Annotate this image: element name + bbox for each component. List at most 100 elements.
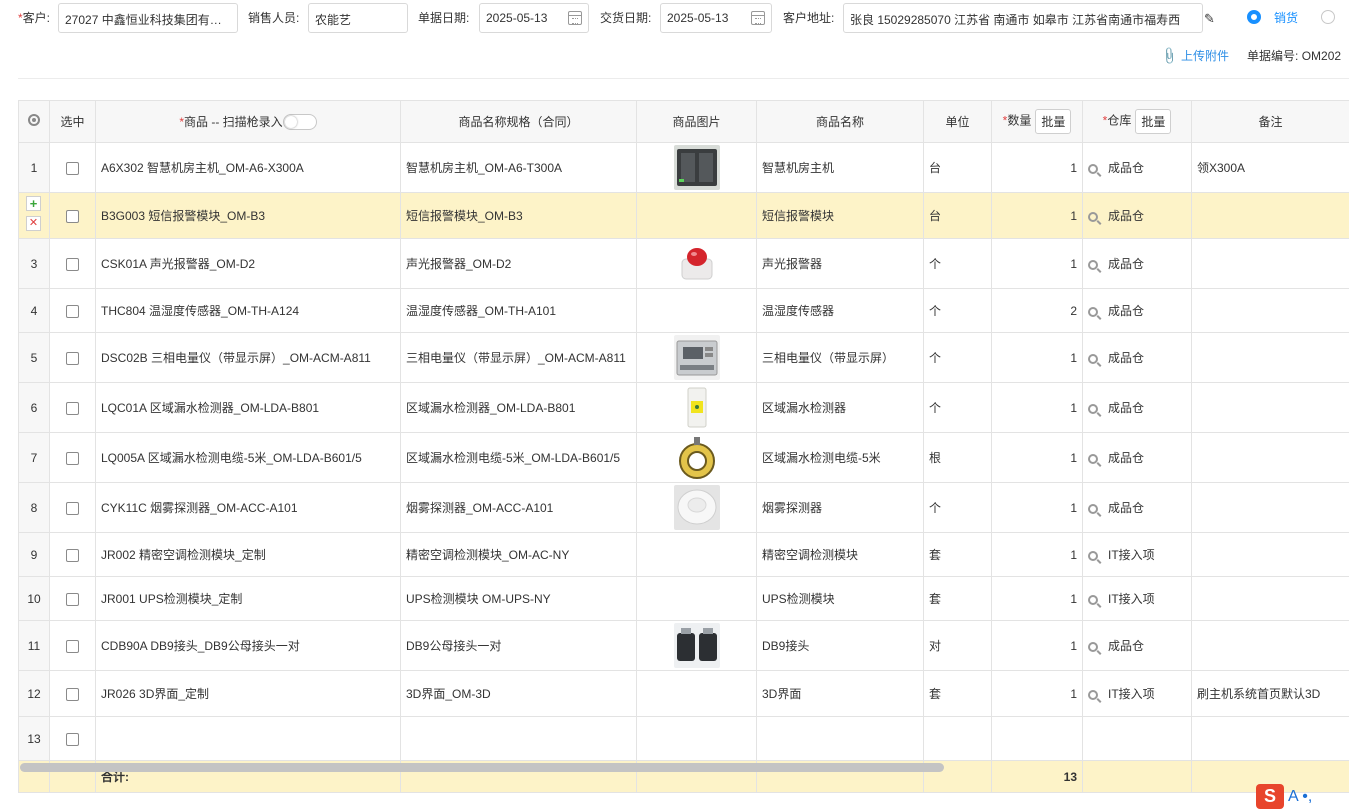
cell-select[interactable]: [49, 142, 96, 193]
doc-date-field[interactable]: 2025-05-13: [479, 3, 589, 33]
cell-qty[interactable]: [991, 716, 1083, 761]
cell-product[interactable]: [95, 716, 401, 761]
cell-spec[interactable]: 烟雾探测器_OM-ACC-A101: [400, 482, 637, 533]
search-icon[interactable]: [1088, 453, 1098, 464]
cell-remark[interactable]: [1191, 332, 1349, 383]
upload-attachment-link[interactable]: 📎上传附件: [1159, 46, 1229, 66]
product-thumbnail[interactable]: [638, 335, 756, 380]
cell-image[interactable]: [636, 382, 757, 433]
cell-warehouse[interactable]: 成品仓: [1082, 142, 1192, 193]
row-checkbox[interactable]: [66, 639, 79, 653]
cell-warehouse[interactable]: 成品仓: [1082, 382, 1192, 433]
table-row[interactable]: 11 CDB90A DB9接头_DB9公母接头一对 DB9公母接头一对 DB9接头对 1…: [18, 620, 1349, 671]
row-checkbox[interactable]: [66, 548, 79, 562]
cell-image[interactable]: [636, 288, 757, 333]
cell-image[interactable]: [636, 432, 757, 483]
cell-remark[interactable]: [1191, 620, 1349, 671]
cell-image[interactable]: [636, 532, 757, 577]
cell-spec[interactable]: UPS检测模块 OM-UPS-NY: [400, 576, 637, 621]
cell-remark[interactable]: [1191, 382, 1349, 433]
radio-sales-label[interactable]: 销货: [1274, 9, 1298, 26]
search-icon[interactable]: [1088, 163, 1098, 174]
cell-select[interactable]: [49, 716, 96, 761]
cell-warehouse[interactable]: IT接入项: [1082, 532, 1192, 577]
row-checkbox[interactable]: [66, 304, 79, 318]
cell-qty[interactable]: 1: [991, 670, 1083, 717]
cell-remark[interactable]: [1191, 576, 1349, 621]
cell-spec[interactable]: 温湿度传感器_OM-TH-A101: [400, 288, 637, 333]
cell-select[interactable]: [49, 332, 96, 383]
cell-remark[interactable]: [1191, 482, 1349, 533]
row-checkbox[interactable]: [66, 351, 79, 365]
table-row[interactable]: 7 LQ005A 区域漏水检测电缆-5米_OM-LDA-B601/5 区域漏水检测电…: [18, 432, 1349, 483]
cell-warehouse[interactable]: [1082, 716, 1192, 761]
cell-image[interactable]: [636, 716, 757, 761]
cell-qty[interactable]: 1: [991, 382, 1083, 433]
cell-image[interactable]: [636, 142, 757, 193]
address-field[interactable]: 张良 15029285070 江苏省 南通市 如皋市 江苏省南通市福寿西: [843, 3, 1203, 33]
cell-image[interactable]: [636, 482, 757, 533]
column-settings[interactable]: [18, 100, 50, 143]
cell-product[interactable]: JR002 精密空调检测模块_定制: [95, 532, 401, 577]
cell-spec[interactable]: 3D界面_OM-3D: [400, 670, 637, 717]
cell-image[interactable]: [636, 670, 757, 717]
cell-remark[interactable]: [1191, 238, 1349, 289]
cell-product[interactable]: CSK01A 声光报警器_OM-D2: [95, 238, 401, 289]
cell-qty[interactable]: 1: [991, 192, 1083, 239]
cell-select[interactable]: [49, 432, 96, 483]
qty-batch-button[interactable]: 批量: [1035, 109, 1072, 134]
cell-qty[interactable]: 1: [991, 620, 1083, 671]
cell-select[interactable]: [49, 288, 96, 333]
row-checkbox[interactable]: [66, 732, 79, 746]
cell-product[interactable]: LQ005A 区域漏水检测电缆-5米_OM-LDA-B601/5: [95, 432, 401, 483]
table-row[interactable]: 4 THC804 温湿度传感器_OM-TH-A124 温湿度传感器_OM-TH-A1…: [18, 288, 1349, 333]
customer-field[interactable]: 27027 中鑫恒业科技集团有限公司: [58, 3, 238, 33]
cell-spec[interactable]: 三相电量仪（带显示屏）_OM-ACM-A811: [400, 332, 637, 383]
product-thumbnail[interactable]: [638, 145, 756, 190]
product-thumbnail[interactable]: [638, 435, 756, 480]
calendar-icon[interactable]: [751, 11, 765, 25]
cell-image[interactable]: [636, 192, 757, 239]
cell-spec[interactable]: 精密空调检测模块_OM-AC-NY: [400, 532, 637, 577]
cell-qty[interactable]: 1: [991, 482, 1083, 533]
table-row[interactable]: 5 DSC02B 三相电量仪（带显示屏）_OM-ACM-A811 三相电量仪（带显示…: [18, 332, 1349, 383]
table-row[interactable]: 1 A6X302 智慧机房主机_OM-A6-X300A 智慧机房主机_OM-A6-T…: [18, 142, 1349, 193]
cell-spec[interactable]: 智慧机房主机_OM-A6-T300A: [400, 142, 637, 193]
cell-remark[interactable]: [1191, 532, 1349, 577]
search-icon[interactable]: [1088, 211, 1098, 222]
cell-qty[interactable]: 1: [991, 238, 1083, 289]
cell-remark[interactable]: [1191, 192, 1349, 239]
delivery-date-field[interactable]: 2025-05-13: [660, 3, 772, 33]
row-checkbox[interactable]: [66, 451, 79, 465]
calendar-icon[interactable]: [568, 11, 582, 25]
cell-warehouse[interactable]: 成品仓: [1082, 432, 1192, 483]
cell-warehouse[interactable]: 成品仓: [1082, 288, 1192, 333]
cell-product[interactable]: DSC02B 三相电量仪（带显示屏）_OM-ACM-A811: [95, 332, 401, 383]
search-icon[interactable]: [1088, 550, 1098, 561]
cell-qty[interactable]: 1: [991, 142, 1083, 193]
row-checkbox[interactable]: [66, 592, 79, 606]
radio-other[interactable]: [1321, 10, 1335, 24]
cell-qty[interactable]: 2: [991, 288, 1083, 333]
cell-spec[interactable]: 区域漏水检测电缆-5米_OM-LDA-B601/5: [400, 432, 637, 483]
product-thumbnail[interactable]: [638, 623, 756, 668]
cell-product[interactable]: THC804 温湿度传感器_OM-TH-A124: [95, 288, 401, 333]
row-checkbox[interactable]: [66, 257, 79, 271]
table-row[interactable]: 9 JR002 精密空调检测模块_定制 精密空调检测模块_OM-AC-NY 精密空调检…: [18, 532, 1349, 577]
cell-select[interactable]: [49, 482, 96, 533]
search-icon[interactable]: [1088, 403, 1098, 414]
product-thumbnail[interactable]: [638, 485, 756, 530]
cell-image[interactable]: [636, 238, 757, 289]
cell-spec[interactable]: [400, 716, 637, 761]
salesperson-field[interactable]: 农能艺: [308, 3, 408, 33]
search-icon[interactable]: [1088, 306, 1098, 317]
horizontal-scrollbar[interactable]: [20, 763, 944, 772]
cell-select[interactable]: [49, 670, 96, 717]
cell-select[interactable]: [49, 238, 96, 289]
cell-qty[interactable]: 1: [991, 432, 1083, 483]
cell-select[interactable]: [49, 620, 96, 671]
cell-remark[interactable]: 刷主机系统首页默认3D: [1191, 670, 1349, 717]
table-row[interactable]: 8 CYK11C 烟雾探测器_OM-ACC-A101 烟雾探测器_OM-ACC-A1…: [18, 482, 1349, 533]
ime-logo-icon[interactable]: S: [1256, 784, 1284, 809]
cell-product[interactable]: B3G003 短信报警模块_OM-B3: [95, 192, 401, 239]
